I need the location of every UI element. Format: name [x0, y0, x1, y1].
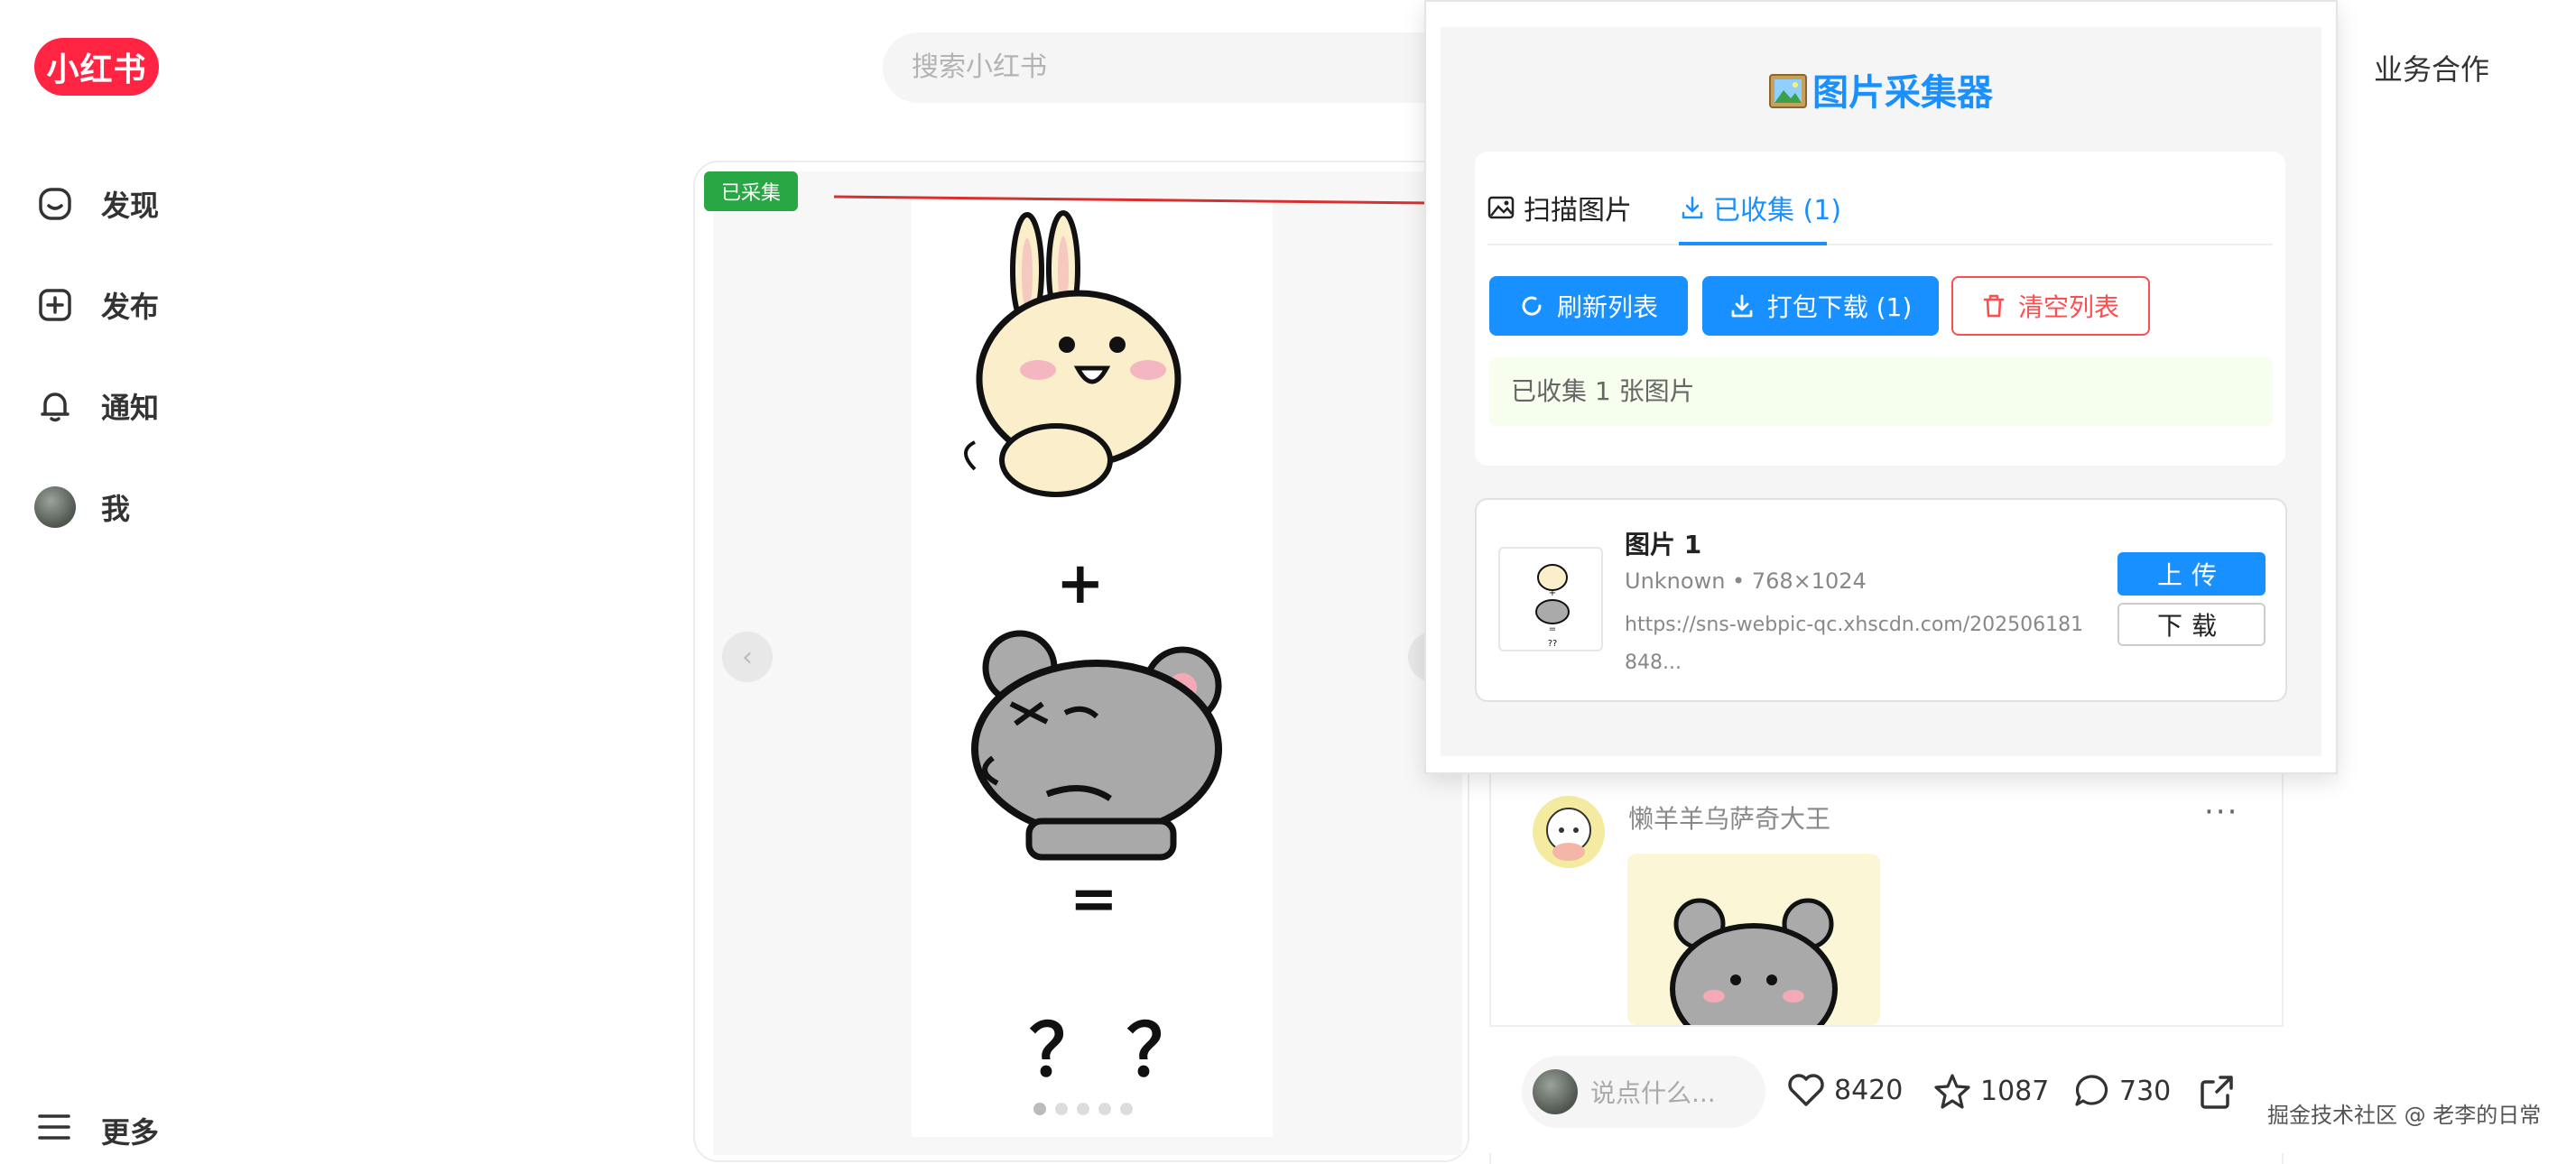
more-options-icon[interactable]: ···	[2204, 794, 2238, 830]
share-icon	[2201, 1076, 2233, 1109]
tab-label: 已收集 (1)	[1713, 195, 1842, 226]
item-title: 图片 1	[1625, 530, 1702, 559]
button-label: 打包下载 (1)	[1766, 292, 1913, 322]
sidebar-item-discover[interactable]: 发现	[34, 168, 305, 240]
discover-icon	[34, 183, 76, 225]
hamster-illustration	[971, 630, 1222, 861]
collect-button[interactable]: 1087	[1933, 1072, 2049, 1110]
star-icon	[1934, 1074, 1970, 1109]
sidebar-item-notifications[interactable]: 通知	[34, 370, 305, 442]
button-label: 刷新列表	[1556, 292, 1658, 322]
equals-sign: =	[1070, 866, 1118, 933]
heart-icon	[1788, 1074, 1824, 1106]
sidebar-item-label: 发现	[101, 189, 160, 223]
download-icon	[1682, 196, 1703, 219]
tab-scan-images[interactable]: 扫描图片	[1487, 188, 1632, 227]
publish-plus-icon	[34, 284, 76, 326]
sidebar-more-label: 更多	[101, 1115, 160, 1150]
button-label: 清空列表	[2017, 292, 2119, 322]
comment-author-avatar[interactable]	[1533, 796, 1605, 868]
picture-frame-icon	[1769, 74, 1807, 108]
comment-input-placeholder: 说点什么...	[1590, 1078, 1716, 1108]
like-button[interactable]: 8420	[1787, 1072, 1903, 1108]
like-count: 8420	[1834, 1074, 1904, 1106]
active-tab-indicator	[1679, 242, 1827, 245]
popup-title: 图片采集器	[1441, 63, 2321, 115]
download-button[interactable]: 下载	[2117, 603, 2266, 646]
tab-collected[interactable]: 已收集 (1)	[1681, 188, 1841, 227]
sidebar-item-label: 发布	[101, 290, 160, 324]
refresh-icon	[1522, 296, 1542, 316]
upload-button[interactable]: 上传	[2117, 552, 2266, 596]
sidebar-item-publish[interactable]: 发布	[34, 269, 305, 341]
avatar	[34, 486, 76, 528]
svg-text:??: ??	[1548, 639, 1558, 649]
menu-icon	[36, 1113, 72, 1149]
tab-label: 扫描图片	[1524, 195, 1632, 226]
tab-divider	[1487, 244, 2273, 245]
carousel-dots	[1033, 1103, 1133, 1115]
avatar	[1533, 1069, 1578, 1114]
comment-bubble-icon	[2075, 1075, 2108, 1106]
item-meta: Unknown • 768×1024	[1625, 568, 1867, 594]
collected-count-info: 已收集 1 张图片	[1489, 357, 2273, 426]
sidebar-item-me[interactable]: 我	[34, 471, 305, 543]
prev-image-button[interactable]: ‹	[722, 632, 773, 682]
collected-badge: 已采集	[704, 171, 798, 211]
svg-text:=: =	[1549, 624, 1556, 634]
sidebar-item-label: 通知	[101, 391, 160, 425]
image-icon	[1487, 196, 1515, 219]
download-icon	[1731, 294, 1753, 318]
svg-text:+: +	[1549, 588, 1556, 598]
xiaohongshu-logo[interactable]: 小红书	[34, 38, 159, 96]
bunny-illustration	[964, 210, 1181, 497]
comment-count: 730	[2119, 1075, 2172, 1107]
bell-icon	[34, 385, 76, 427]
share-button[interactable]	[2197, 1072, 2246, 1112]
pack-download-button[interactable]: 打包下载 (1)	[1702, 276, 1939, 336]
comment-author-name[interactable]: 懒羊羊乌萨奇大王	[1628, 799, 1830, 836]
business-cooperation-link[interactable]: 业务合作	[2374, 47, 2489, 88]
pointer-arrow	[834, 195, 1448, 211]
sidebar-more[interactable]: 更多	[36, 1110, 159, 1151]
trash-icon	[1983, 294, 2005, 318]
image-thumbnail[interactable]: + = ??	[1498, 547, 1603, 651]
sidebar-item-label: 我	[101, 492, 131, 526]
comment-button[interactable]: 730	[2072, 1072, 2171, 1110]
comment-input[interactable]: 说点什么...	[1522, 1056, 1765, 1128]
watermark: 掘金技术社区 @ 老李的日常	[2267, 1103, 2542, 1128]
question-marks: ？？	[1029, 1009, 1224, 1093]
collect-count: 1087	[1980, 1075, 2050, 1107]
popup-title-text: 图片采集器	[1812, 72, 1993, 114]
refresh-list-button[interactable]: 刷新列表	[1489, 276, 1688, 336]
comment-image[interactable]	[1627, 854, 1880, 1025]
plus-sign: +	[1056, 550, 1105, 617]
item-url: https://sns-webpic-qc.xhscdn.com/2025061…	[1625, 614, 2084, 674]
clear-list-button[interactable]: 清空列表	[1951, 276, 2150, 336]
